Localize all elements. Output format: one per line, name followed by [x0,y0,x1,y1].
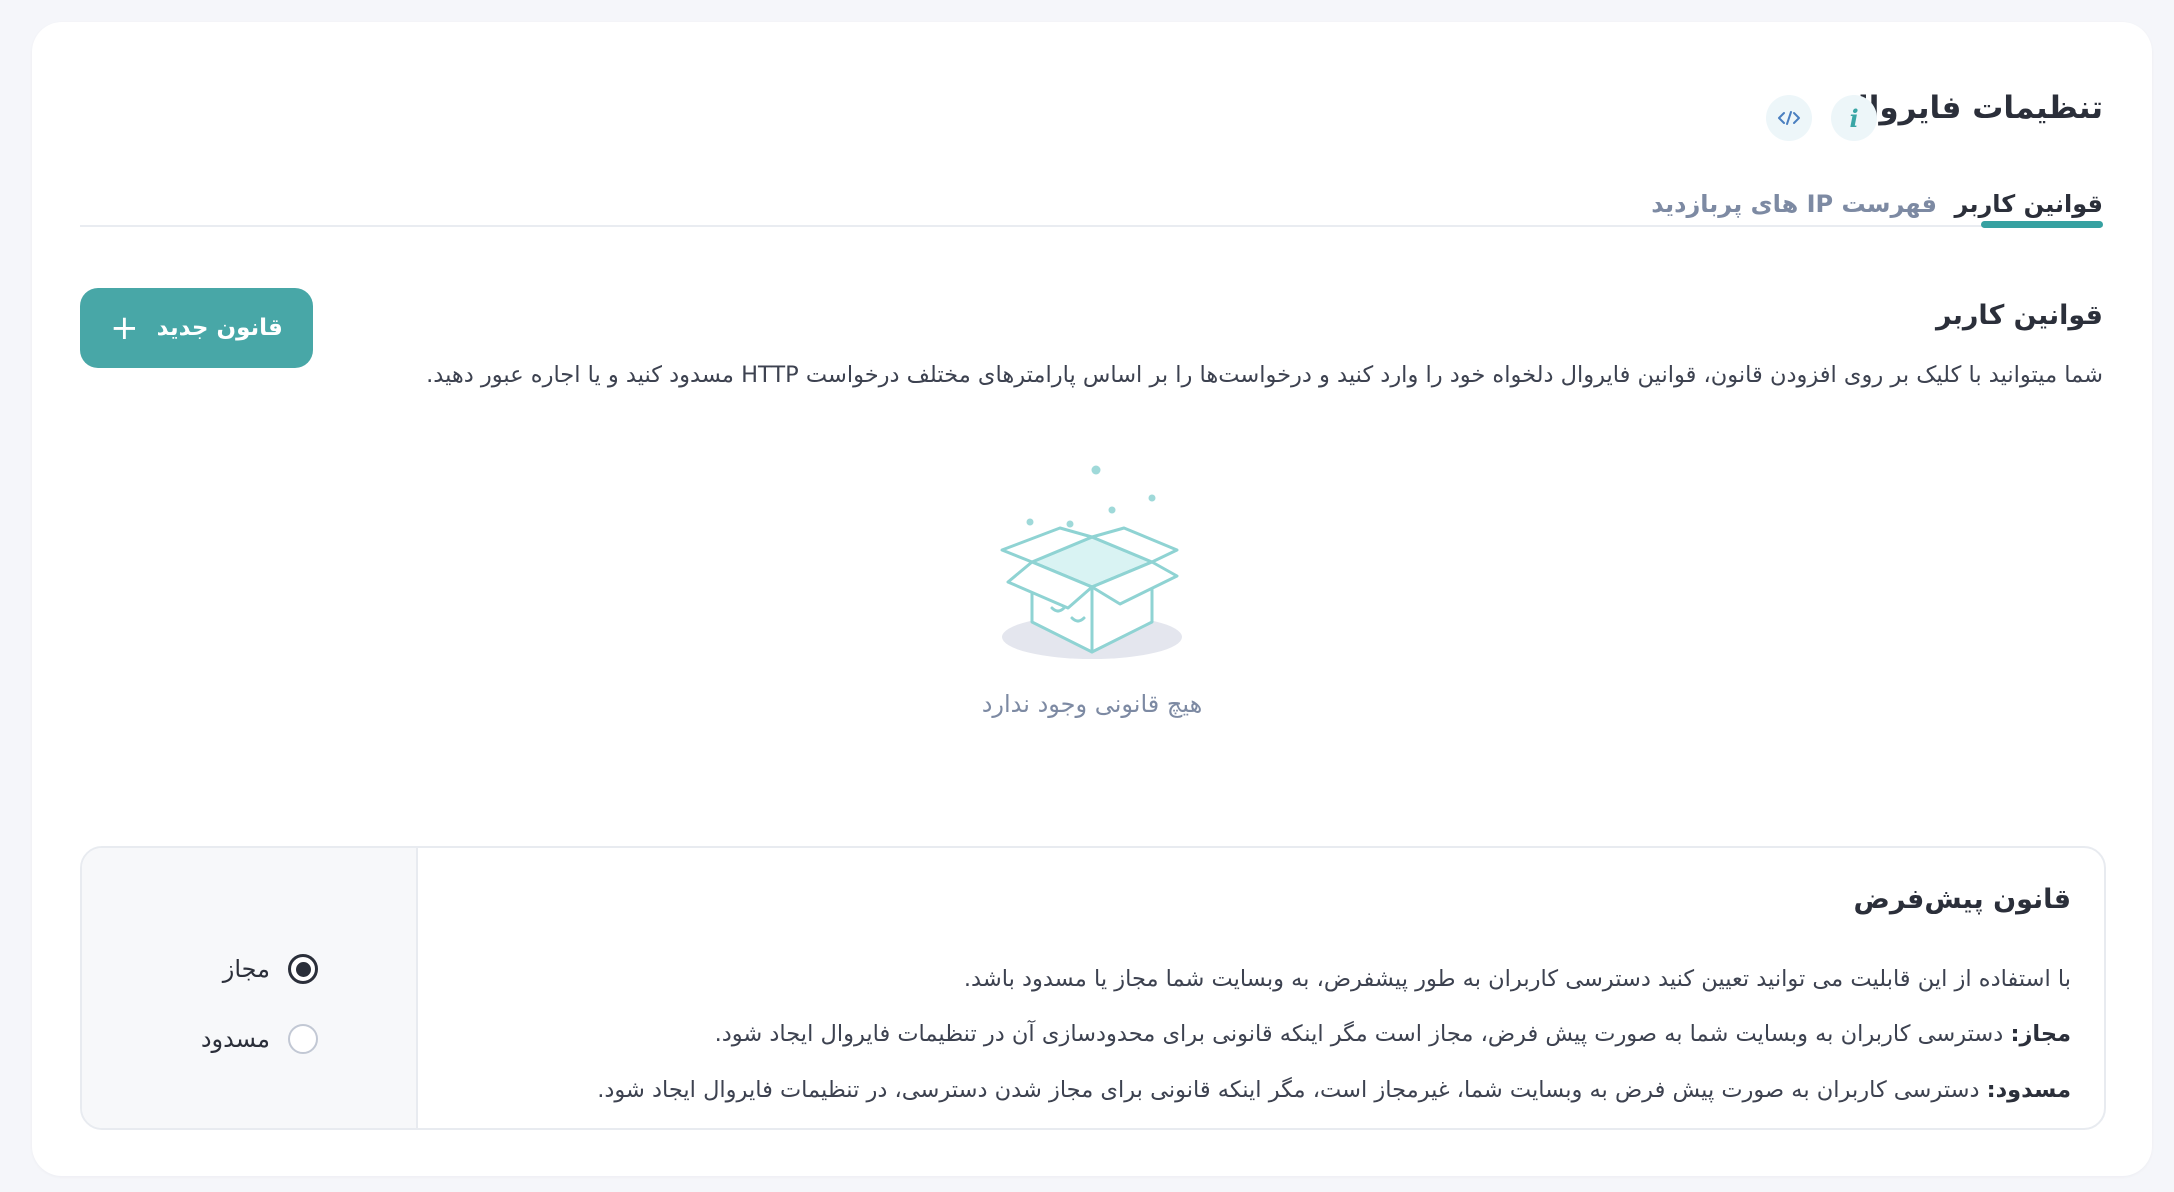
default-rule-title: قانون پیش‌فرض [1853,884,2071,915]
option-block[interactable]: مسدود [201,1024,318,1054]
allow-explanation: مجاز: دسترسی کاربران به وبسایت شما به صو… [715,1021,2071,1047]
option-block-label: مسدود [200,1025,270,1053]
option-allow[interactable]: مجاز [223,954,318,984]
tabs-divider [80,225,2103,227]
open-box-icon [1000,465,1182,659]
block-explanation-text: دسترسی کاربران به صورت پیش فرض به وبسایت… [597,1077,1987,1103]
tab-user-rules[interactable]: قوانین کاربر [1955,190,2103,218]
option-allow-label: مجاز [222,955,270,983]
allow-explanation-text: دسترسی کاربران به وبسایت شما به صورت پیش… [714,1021,2011,1047]
radio-allow[interactable] [288,954,318,984]
section-title: قوانین کاربر [1935,300,2103,331]
tab-top-ips[interactable]: فهرست IP های پربازدید [1651,190,1937,218]
page-title: تنظیمات فایروال [1841,90,2103,126]
info-button[interactable]: i [1831,95,1877,141]
firewall-settings-card: تنظیمات فایروال i قوانین کاربر فهرست IP … [32,22,2152,1176]
new-rule-button[interactable]: قانون جدید + [80,288,313,368]
info-icon: i [1849,103,1859,133]
block-explanation: مسدود: دسترسی کاربران به صورت پیش فرض به… [597,1077,2071,1103]
default-rule-options: مجاز مسدود [82,848,418,1128]
empty-state-text: هیچ قانونی وجود ندارد [981,690,1203,718]
block-explanation-label: مسدود: [1986,1077,2071,1103]
active-tab-indicator [1981,221,2103,228]
new-rule-button-label: قانون جدید [156,315,283,341]
radio-block[interactable] [288,1024,318,1054]
section-description: شما میتوانید با کلیک بر روی افزودن قانون… [426,362,2103,388]
default-rule-desc: با استفاده از این قابلیت می توانید تعیین… [963,966,2071,992]
code-button[interactable] [1766,95,1812,141]
plus-icon: + [110,308,139,348]
code-icon [1778,111,1800,125]
default-rule-panel: مجاز مسدود قانون پیش‌فرض با استفاده از ا… [80,846,2106,1130]
allow-explanation-label: مجاز: [2010,1021,2071,1047]
